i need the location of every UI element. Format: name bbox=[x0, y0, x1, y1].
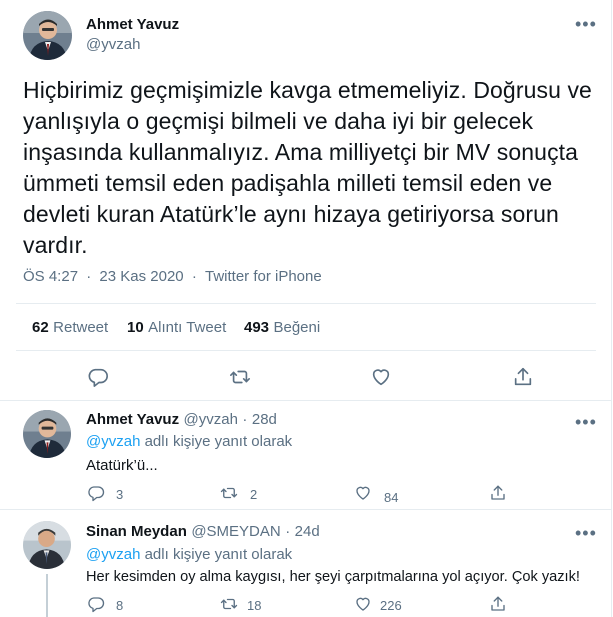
retweet-label: Retweet bbox=[53, 319, 109, 336]
heart-icon[interactable] bbox=[370, 366, 392, 388]
header-separator: · bbox=[242, 411, 248, 428]
retweet-icon[interactable] bbox=[229, 366, 251, 388]
reply-to-handle[interactable]: @yvzah bbox=[86, 546, 140, 563]
reply-icon[interactable] bbox=[87, 366, 109, 388]
tweet-meta: ÖS 4:27 · 23 Kas 2020 · Twitter for iPho… bbox=[23, 268, 322, 285]
tweet-text: Hiçbirimiz geçmişimizle kavga etmemeliyi… bbox=[23, 77, 592, 258]
like-stat[interactable]: 493 Beğeni bbox=[244, 319, 320, 337]
reply-context: @yvzah adlı kişiye yanıt olarak bbox=[86, 433, 292, 450]
like-count: 226 bbox=[380, 598, 402, 613]
reply-header: Sinan Meydan @SMEYDAN · 24d bbox=[86, 523, 320, 541]
divider bbox=[16, 350, 596, 351]
reply-to-handle[interactable]: @yvzah bbox=[86, 433, 140, 450]
reply-text: Her kesimden oy alma kaygısı, her şeyi ç… bbox=[86, 569, 580, 585]
reply-count: 8 bbox=[116, 598, 124, 613]
header-separator: · bbox=[285, 523, 291, 540]
more-icon[interactable]: ••• bbox=[575, 15, 597, 33]
divider bbox=[16, 303, 596, 304]
author-handle[interactable]: @SMEYDAN bbox=[191, 523, 280, 540]
reply-icon[interactable] bbox=[87, 595, 105, 613]
share-icon[interactable] bbox=[512, 366, 534, 388]
author-handle[interactable]: @yvzah bbox=[184, 411, 238, 428]
retweet-count: 18 bbox=[247, 598, 262, 613]
quote-count: 10 bbox=[127, 319, 144, 336]
reply-count: 3 bbox=[116, 487, 124, 502]
author-handle[interactable]: @yvzah bbox=[86, 36, 140, 53]
like-label: Beğeni bbox=[273, 319, 321, 336]
reply-tweet[interactable]: Ahmet Yavuz @yvzah · 28d ••• @yvzah adlı… bbox=[0, 401, 612, 509]
author-name[interactable]: Ahmet Yavuz bbox=[86, 16, 179, 33]
retweet-icon[interactable] bbox=[220, 484, 238, 502]
reply-icon[interactable] bbox=[87, 484, 105, 502]
quote-label: Alıntı Tweet bbox=[148, 319, 227, 336]
author-name[interactable]: Ahmet Yavuz bbox=[86, 411, 179, 428]
tweet-detail-view: Ahmet Yavuz @yvzah ••• Hiçbirimiz geçmiş… bbox=[0, 0, 612, 617]
reply-tweet[interactable]: Sinan Meydan @SMEYDAN · 24d ••• @yvzah a… bbox=[0, 510, 612, 617]
reply-context: @yvzah adlı kişiye yanıt olarak bbox=[86, 546, 292, 563]
heart-icon[interactable] bbox=[354, 484, 372, 502]
retweet-stat[interactable]: 62 Retweet bbox=[32, 319, 108, 337]
tweet-age[interactable]: 24d bbox=[295, 523, 320, 540]
author-name[interactable]: Sinan Meydan bbox=[86, 523, 187, 540]
reply-header: Ahmet Yavuz @yvzah · 28d bbox=[86, 411, 277, 429]
avatar[interactable] bbox=[23, 11, 72, 60]
share-icon[interactable] bbox=[489, 484, 507, 502]
avatar[interactable] bbox=[23, 410, 71, 458]
quote-stat[interactable]: 10 Alıntı Tweet bbox=[127, 319, 226, 337]
heart-icon[interactable] bbox=[354, 595, 372, 613]
retweet-count: 2 bbox=[250, 487, 258, 502]
tweet-date[interactable]: 23 Kas 2020 bbox=[99, 268, 183, 285]
like-count: 493 bbox=[244, 319, 270, 336]
tweet-age[interactable]: 28d bbox=[252, 411, 277, 428]
share-icon[interactable] bbox=[489, 595, 507, 613]
meta-separator: · bbox=[86, 268, 92, 285]
more-icon[interactable]: ••• bbox=[575, 524, 597, 542]
like-count: 84 bbox=[384, 490, 399, 505]
reply-to-label: adlı kişiye yanıt olarak bbox=[144, 433, 293, 450]
meta-separator: · bbox=[191, 268, 197, 285]
more-icon[interactable]: ••• bbox=[575, 413, 597, 431]
tweet-time[interactable]: ÖS 4:27 bbox=[23, 268, 78, 285]
tweet-source[interactable]: Twitter for iPhone bbox=[205, 268, 322, 285]
avatar[interactable] bbox=[23, 521, 71, 569]
reply-text: Atatürk’ü... bbox=[86, 457, 158, 474]
retweet-icon[interactable] bbox=[220, 595, 238, 613]
retweet-count: 62 bbox=[32, 319, 49, 336]
reply-to-label: adlı kişiye yanıt olarak bbox=[144, 546, 293, 563]
thread-line bbox=[46, 574, 48, 617]
